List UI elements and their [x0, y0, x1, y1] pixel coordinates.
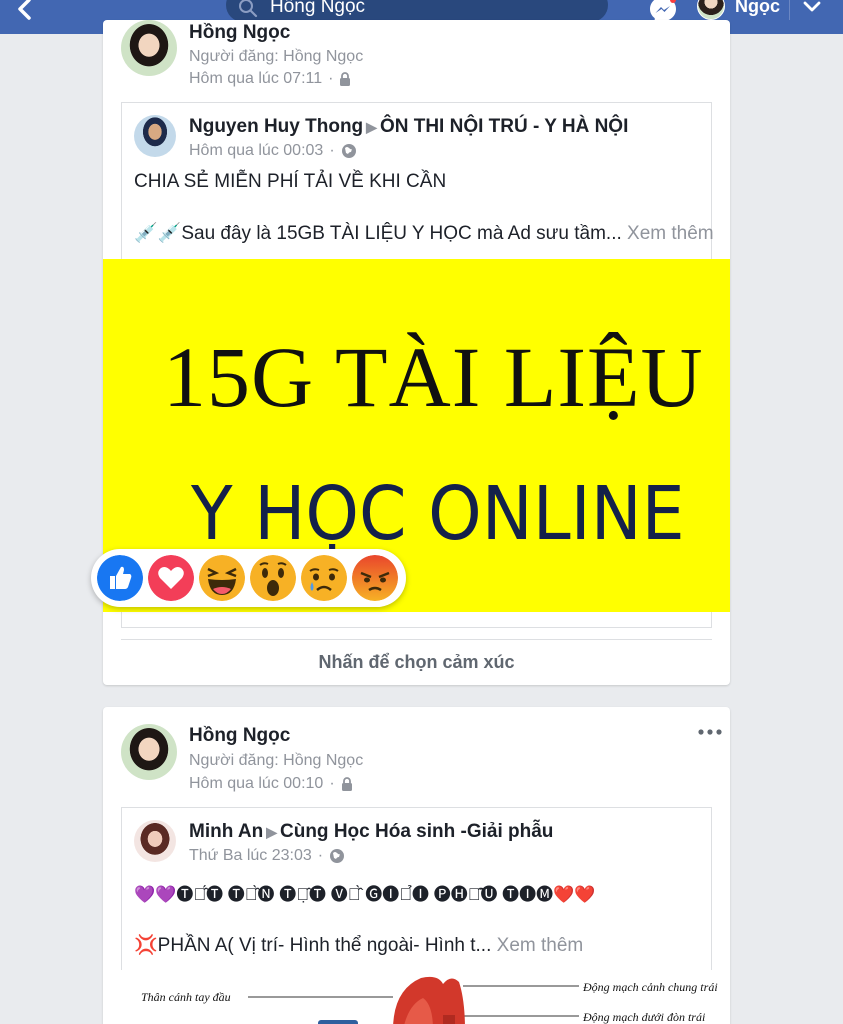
- more-options-icon[interactable]: [697, 727, 723, 737]
- posted-by: Người đăng: Hồng Ngọc: [189, 752, 364, 769]
- profile-avatar[interactable]: [697, 0, 725, 20]
- search-icon: [239, 0, 258, 18]
- sad-reaction-icon[interactable]: [301, 555, 347, 601]
- shared-author-name[interactable]: Nguyen Huy Thong: [189, 116, 363, 138]
- post-card: Hồng Ngọc Người đăng: Hồng Ngọc Hôm qua …: [103, 707, 730, 1024]
- shared-time[interactable]: Thứ Ba lúc 23:03: [189, 847, 312, 865]
- author-name[interactable]: Hồng Ngọc: [189, 725, 290, 747]
- shared-author-avatar[interactable]: [134, 115, 176, 157]
- author-name[interactable]: Hồng Ngọc: [189, 22, 290, 44]
- heart-diagram-illustration: [248, 976, 579, 1024]
- post-meta: Hôm qua lúc 00:10 ·: [189, 775, 353, 793]
- shared-header: Minh An ▶ Cùng Học Hóa sinh -Giải phẫu: [189, 821, 553, 843]
- image-text-line1: 15G TÀI LIỆU: [163, 329, 704, 425]
- lock-icon: [341, 777, 352, 791]
- see-more-link[interactable]: Xem thêm: [627, 223, 714, 244]
- post-text-content: PHẦN A( Vị trí- Hình thể ngoài- Hình t..…: [157, 935, 492, 956]
- post-time[interactable]: Hôm qua lúc 00:10: [189, 775, 323, 793]
- search-bar[interactable]: Hồng Ngọc: [226, 0, 608, 22]
- post-text-line1: CHIA SẺ MIỄN PHÍ TẢI VỀ KHI CẦN: [134, 171, 447, 192]
- post-image[interactable]: Thân cánh tay đầu Động mạch cảnh chung t…: [103, 970, 730, 1024]
- arrow-right-icon: ▶: [266, 823, 277, 840]
- globe-icon: [341, 144, 356, 158]
- angry-reaction-icon[interactable]: [352, 555, 398, 601]
- meta-dot: ·: [329, 142, 335, 159]
- post-text-line2: 💉💉Sau đây là 15GB TÀI LIỆU Y HỌC mà Ad s…: [134, 221, 714, 245]
- shared-meta: Hôm qua lúc 00:03 ·: [189, 142, 357, 160]
- shared-author-name[interactable]: Minh An: [189, 821, 263, 843]
- post-text-content: Sau đây là 15GB TÀI LIỆU Y HỌC mà Ad sưu…: [181, 223, 622, 244]
- meta-dot: ·: [328, 70, 334, 87]
- see-more-link[interactable]: Xem thêm: [497, 935, 584, 956]
- back-arrow-icon[interactable]: [12, 0, 40, 24]
- divider: [121, 639, 712, 640]
- anger-symbol-icon: 💢: [134, 935, 158, 956]
- post-text-line2: 💢PHẦN A( Vị trí- Hình thể ngoài- Hình t.…: [134, 933, 583, 957]
- group-name[interactable]: ÔN THI NỘI TRÚ - Y HÀ NỘI: [380, 116, 628, 138]
- posted-by: Người đăng: Hồng Ngọc: [189, 48, 364, 65]
- post-text-line1: 💜💜🅣🅐̂́🅣 🅣🅐̂̀🅝 🅣🅐̣̂🅣 🅥🅔̂̀ 🅖🅘🅐̉🅘 🅟🅗🅐̂̃🅤 🅣🅘…: [134, 885, 596, 904]
- arrow-right-icon: ▶: [366, 118, 377, 135]
- like-reaction-icon[interactable]: [97, 555, 143, 601]
- meta-dot: ·: [329, 775, 335, 792]
- search-query: Hồng Ngọc: [270, 0, 366, 17]
- haha-reaction-icon[interactable]: [199, 555, 245, 601]
- chevron-down-icon[interactable]: [801, 0, 823, 18]
- shared-time[interactable]: Hôm qua lúc 00:03: [189, 142, 323, 160]
- shared-meta: Thứ Ba lúc 23:03 ·: [189, 847, 345, 865]
- image-text-line2: Y HỌC ONLINE: [191, 471, 685, 557]
- post-meta: Hôm qua lúc 07:11 ·: [189, 70, 351, 88]
- shared-author-avatar[interactable]: [134, 820, 176, 862]
- author-avatar[interactable]: [121, 724, 177, 780]
- syringe-icon: 💉💉: [134, 223, 182, 244]
- post-time[interactable]: Hôm qua lúc 07:11: [189, 70, 322, 88]
- wow-reaction-icon[interactable]: [250, 555, 296, 601]
- reaction-picker: [91, 549, 406, 607]
- shared-header: Nguyen Huy Thong ▶ ÔN THI NỘI TRÚ - Y HÀ…: [189, 116, 628, 138]
- reaction-hint[interactable]: Nhấn để chọn cảm xúc: [103, 652, 730, 673]
- globe-icon: [330, 849, 345, 863]
- love-reaction-icon[interactable]: [148, 555, 194, 601]
- topbar-divider: [789, 0, 790, 20]
- lock-icon: [340, 72, 351, 86]
- meta-dot: ·: [317, 847, 324, 864]
- group-name[interactable]: Cùng Học Hóa sinh -Giải phẫu: [280, 821, 553, 843]
- profile-name[interactable]: Ngọc: [735, 0, 780, 17]
- author-avatar[interactable]: [121, 20, 177, 76]
